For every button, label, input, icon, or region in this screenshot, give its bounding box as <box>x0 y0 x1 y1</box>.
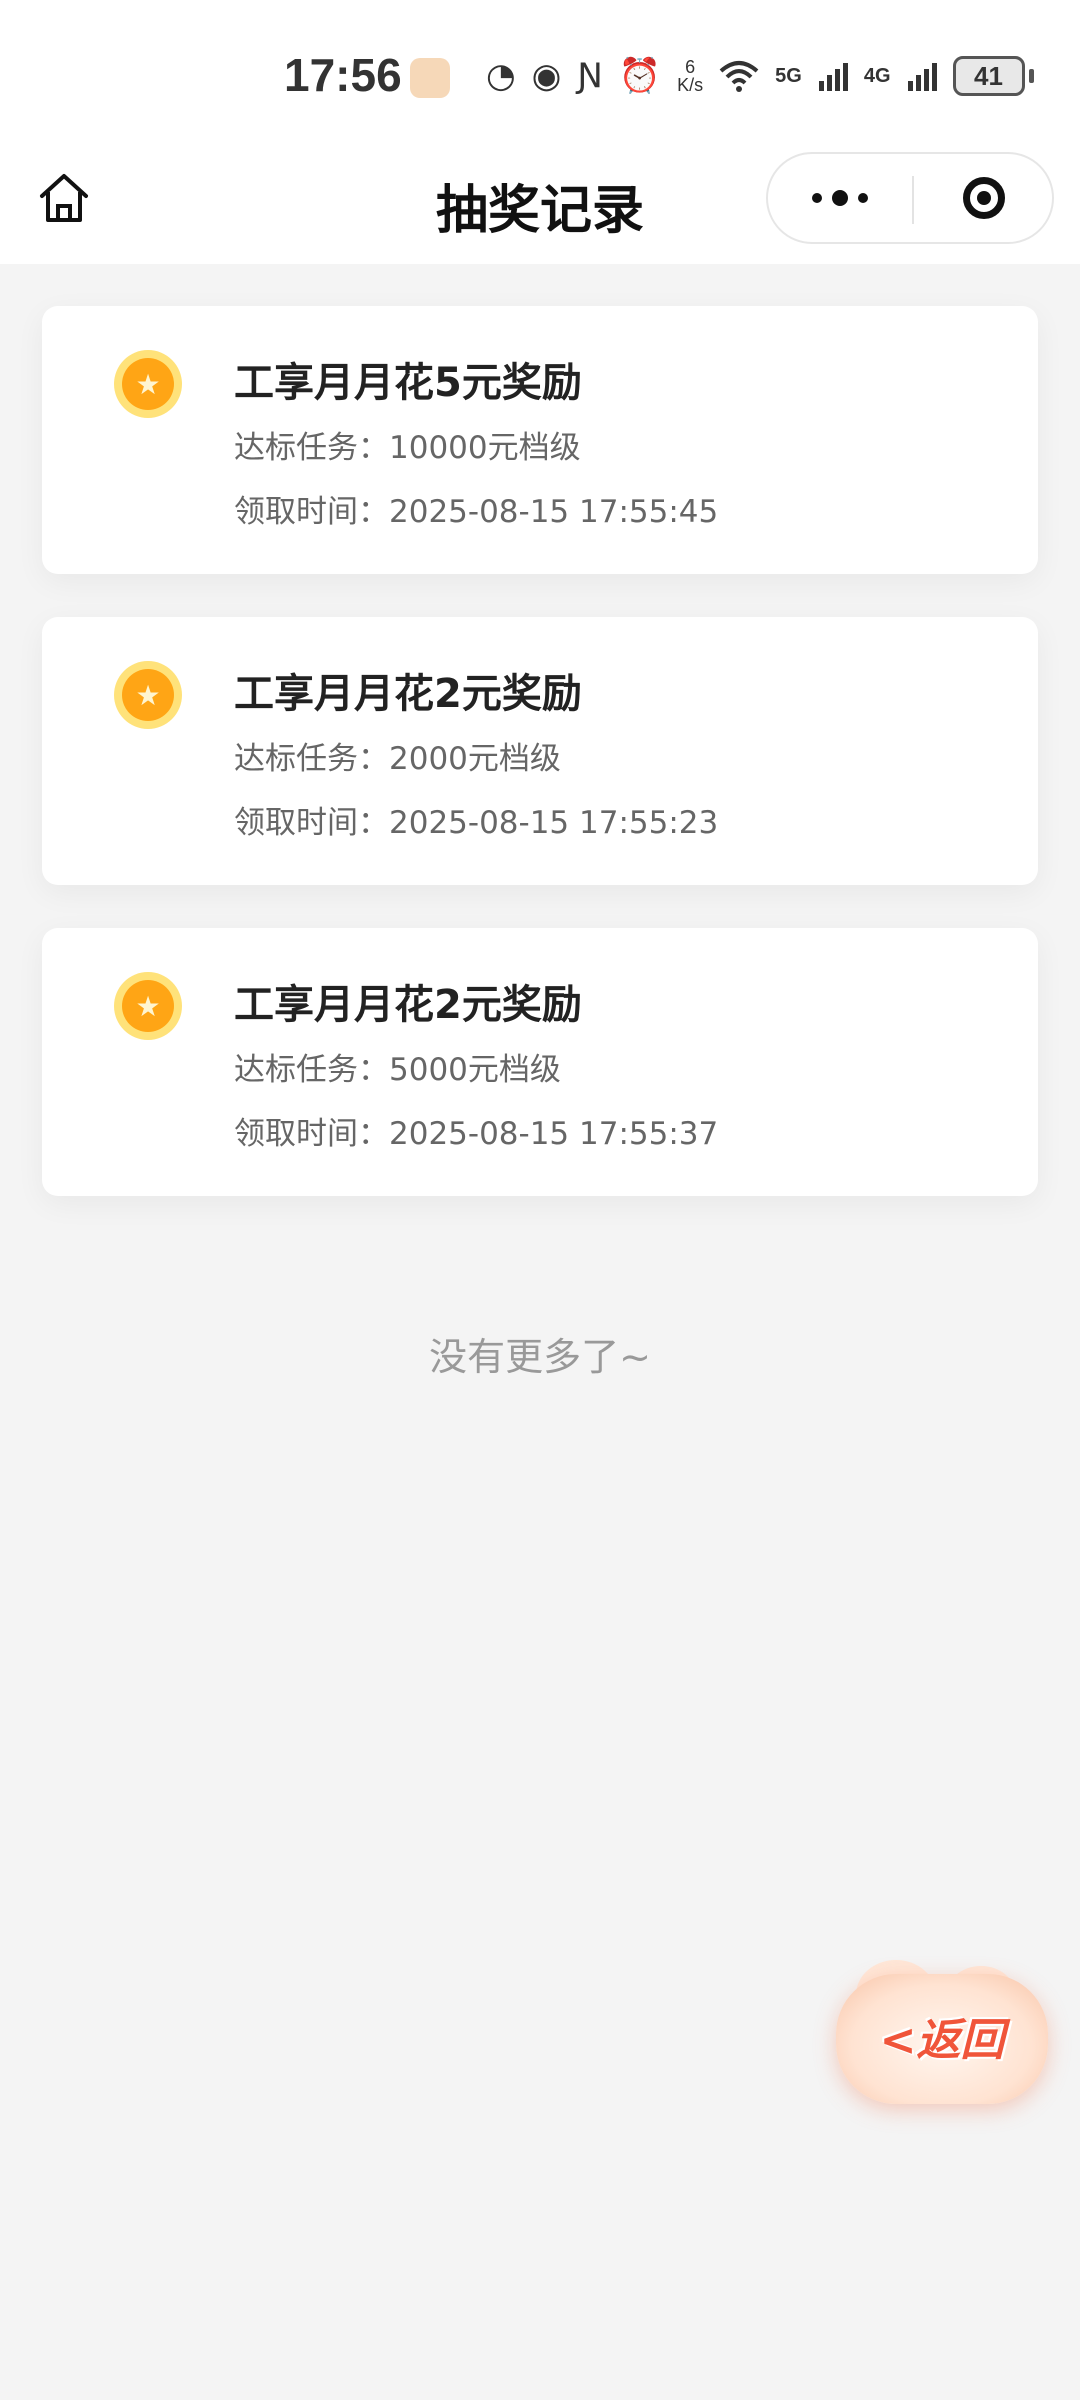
more-button[interactable] <box>768 154 912 242</box>
status-bar: 17:56 ◔ ◉ Ɲ ⏰ 6 K/s 5G 4G 41 <box>0 0 1080 150</box>
close-button[interactable] <box>914 154 1054 242</box>
target-close-icon <box>963 177 1005 219</box>
record-task: 达标任务：10000元档级 <box>234 422 581 467</box>
mini-program-capsule <box>766 152 1054 244</box>
time-value: 2025-08-15 17:55:23 <box>389 805 719 841</box>
time-label: 领取时间： <box>234 1116 389 1152</box>
time-value: 2025-08-15 17:55:37 <box>389 1116 719 1152</box>
nfc-icon: Ɲ <box>577 56 603 96</box>
back-float-button[interactable]: <返回 <box>836 1960 1048 2104</box>
status-time: 17:56 <box>284 49 402 101</box>
no-more-text: 没有更多了~ <box>429 1335 651 1379</box>
battery-tip <box>1028 69 1034 83</box>
time-label: 领取时间： <box>234 805 389 841</box>
star-coin-icon: ★ <box>114 350 182 418</box>
signal-icon-2 <box>907 63 937 91</box>
target-center <box>977 191 991 205</box>
signal-icon-1 <box>818 63 848 91</box>
back-label: <返回 <box>879 2015 1005 2066</box>
coin-star: ★ <box>122 669 174 721</box>
record-card[interactable]: ★ 工享月月花2元奖励 达标任务：5000元档级 领取时间：2025-08-15… <box>42 928 1038 1196</box>
task-value: 5000元档级 <box>389 1052 561 1088</box>
battery-icon: 41 <box>952 56 1025 96</box>
task-label: 达标任务： <box>234 1052 389 1088</box>
record-title: 工享月月花2元奖励 <box>234 671 582 717</box>
speed-value: 6 <box>685 57 696 77</box>
coin-star: ★ <box>122 980 174 1032</box>
eye-icon: ◉ <box>531 56 562 96</box>
speedometer-icon: ◔ <box>486 56 516 96</box>
record-task: 达标任务：2000元档级 <box>234 733 561 778</box>
more-dot-center <box>832 190 848 206</box>
more-dots-icon <box>812 193 822 203</box>
time-value: 2025-08-15 17:55:45 <box>389 494 719 530</box>
record-time: 领取时间：2025-08-15 17:55:45 <box>234 486 718 531</box>
wifi-icon <box>719 61 759 92</box>
network-5g: 5G <box>775 64 802 87</box>
record-title: 工享月月花2元奖励 <box>234 982 582 1028</box>
task-value: 2000元档级 <box>389 741 561 777</box>
record-time: 领取时间：2025-08-15 17:55:23 <box>234 797 718 842</box>
task-value: 10000元档级 <box>389 430 581 466</box>
record-time: 领取时间：2025-08-15 17:55:37 <box>234 1108 718 1153</box>
record-card[interactable]: ★ 工享月月花2元奖励 达标任务：2000元档级 领取时间：2025-08-15… <box>42 617 1038 885</box>
time-label: 领取时间： <box>234 494 389 530</box>
record-card[interactable]: ★ 工享月月花5元奖励 达标任务：10000元档级 领取时间：2025-08-1… <box>42 306 1038 574</box>
status-icons: ◔ ◉ Ɲ ⏰ 6 K/s 5G 4G 41 <box>486 56 1034 96</box>
record-title: 工享月月花5元奖励 <box>234 360 582 406</box>
battery-level: 41 <box>974 60 1003 91</box>
app-notification-icon <box>410 58 450 98</box>
star-coin-icon: ★ <box>114 972 182 1040</box>
speed-unit: K/s <box>677 75 704 95</box>
task-label: 达标任务： <box>234 430 389 466</box>
coin-star: ★ <box>122 358 174 410</box>
task-label: 达标任务： <box>234 741 389 777</box>
star-coin-icon: ★ <box>114 661 182 729</box>
network-speed: 6 K/s <box>677 58 703 94</box>
alarm-icon: ⏰ <box>618 56 662 96</box>
more-dot-right <box>858 193 868 203</box>
network-4g: 4G <box>863 64 891 87</box>
record-task: 达标任务：5000元档级 <box>234 1044 561 1089</box>
